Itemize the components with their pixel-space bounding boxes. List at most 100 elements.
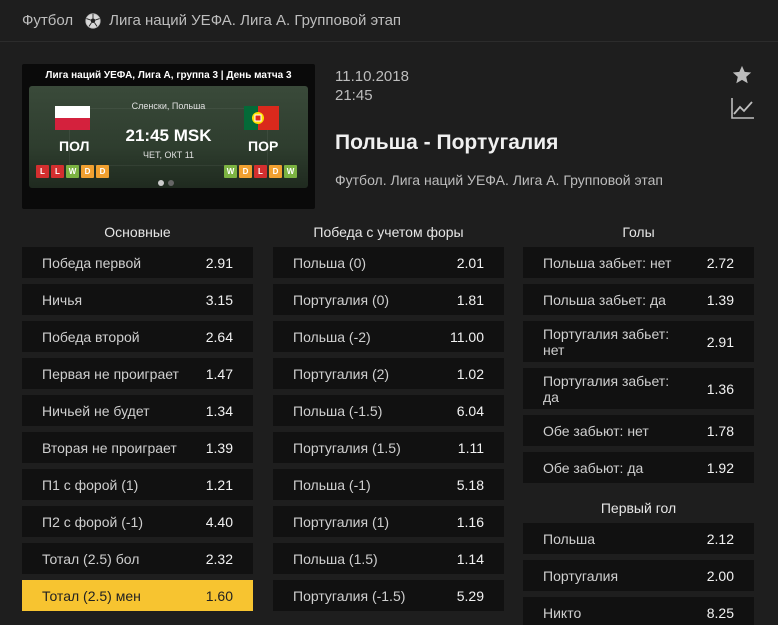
form-badge: L xyxy=(36,165,49,178)
banner-title: Лига наций УЕФА, Лига А, группа 3 | День… xyxy=(45,70,292,81)
line-chart-icon[interactable] xyxy=(731,97,755,119)
odds-value: 2.91 xyxy=(205,254,233,271)
odds-row[interactable]: Португалия (0) 1.81 xyxy=(273,284,504,315)
odds-row[interactable]: Тотал (2.5) мен 1.60 xyxy=(22,580,253,611)
odds-value: 1.39 xyxy=(706,291,734,308)
odds-value: 1.47 xyxy=(205,365,233,382)
odds-row[interactable]: Польша (-1.5) 6.04 xyxy=(273,395,504,426)
odds-label: Португалия (-1.5) xyxy=(293,587,406,604)
match-date: 11.10.2018 xyxy=(335,68,409,85)
odds-label: Польша забьет: нет xyxy=(543,254,672,271)
away-form: WDLDW xyxy=(224,165,297,178)
odds-row[interactable]: Португалия 2.00 xyxy=(523,560,754,591)
odds-label: Тотал (2.5) мен xyxy=(42,587,141,604)
odds-row[interactable]: Польша (1.5) 1.14 xyxy=(273,543,504,574)
odds-label: Первая не проиграет xyxy=(42,365,179,382)
odds-label: Португалия забьет: да xyxy=(543,372,670,405)
market-handicap: Победа с учетом форы Польша (0) 2.01 Порту… xyxy=(273,222,504,617)
odds-row[interactable]: Ничьей не будет 1.34 xyxy=(22,395,253,426)
odds-row[interactable]: П2 с форой (-1) 4.40 xyxy=(22,506,253,537)
odds-value: 6.04 xyxy=(456,402,484,419)
odds-value: 5.18 xyxy=(456,476,484,493)
odds-label: Никто xyxy=(543,604,582,621)
breadcrumb: Футбол Лига наций УЕФА. Лига А. Группово… xyxy=(0,0,778,42)
odds-row[interactable]: Никто 8.25 xyxy=(523,597,754,625)
odds-row[interactable]: Польша (-1) 5.18 xyxy=(273,469,504,500)
form-badge: D xyxy=(239,165,252,178)
odds-label: Португалия (1.5) xyxy=(293,439,401,456)
odds-label: Португалия xyxy=(543,567,619,584)
market-main-title: Основные xyxy=(104,224,171,240)
odds-label: П2 с форой (-1) xyxy=(42,513,143,530)
odds-row[interactable]: Победа первой 2.91 xyxy=(22,247,253,278)
odds-value: 2.12 xyxy=(706,530,734,547)
odds-label: Португалия (1) xyxy=(293,513,390,530)
odds-label: Португалия (0) xyxy=(293,291,390,308)
odds-row[interactable]: Польша забьет: нет 2.72 xyxy=(523,247,754,278)
odds-label: Обе забьют: нет xyxy=(543,422,649,439)
odds-row[interactable]: Польша 2.12 xyxy=(523,523,754,554)
odds-value: 2.32 xyxy=(205,550,233,567)
odds-row[interactable]: Португалия (-1.5) 5.29 xyxy=(273,580,504,611)
pager-dot[interactable] xyxy=(168,180,174,186)
odds-value: 1.92 xyxy=(706,459,734,476)
odds-row[interactable]: Победа второй 2.64 xyxy=(22,321,253,352)
odds-value: 2.01 xyxy=(456,254,484,271)
odds-row[interactable]: Португалия (1.5) 1.11 xyxy=(273,432,504,463)
form-badge: D xyxy=(269,165,282,178)
odds-label: Вторая не проиграет xyxy=(42,439,177,456)
odds-label: Ничьей не будет xyxy=(42,402,150,419)
odds-value: 2.00 xyxy=(706,567,734,584)
odds-value: 1.39 xyxy=(205,439,233,456)
odds-row[interactable]: Польша (0) 2.01 xyxy=(273,247,504,278)
match-banner[interactable]: Лига наций УЕФА, Лига А, группа 3 | День… xyxy=(22,64,315,209)
odds-row[interactable]: Португалия (2) 1.02 xyxy=(273,358,504,389)
odds-value: 11.00 xyxy=(450,328,484,345)
form-badge: W xyxy=(284,165,297,178)
match-subtitle: Футбол. Лига наций УЕФА. Лига А. Группов… xyxy=(335,172,663,188)
odds-label: Тотал (2.5) бол xyxy=(42,550,140,567)
odds-label: Польша (-2) xyxy=(293,328,371,345)
odds-value: 8.25 xyxy=(706,604,734,621)
odds-row[interactable]: Первая не проиграет 1.47 xyxy=(22,358,253,389)
odds-value: 1.36 xyxy=(706,380,734,397)
odds-value: 4.40 xyxy=(205,513,233,530)
odds-row[interactable]: Обе забьют: да 1.92 xyxy=(523,452,754,483)
odds-row[interactable]: Португалия забьет: нет 2.91 xyxy=(523,321,754,362)
breadcrumb-competition[interactable]: Лига наций УЕФА. Лига А. Групповой этап xyxy=(109,12,401,29)
market-goals: Голы Польша забьет: нет 2.72 Польша забьет… xyxy=(523,222,754,625)
odds-row[interactable]: Польша забьет: да 1.39 xyxy=(523,284,754,315)
match-time: 21:45 xyxy=(335,87,373,104)
market-goals-title: Голы xyxy=(622,224,655,240)
odds-row[interactable]: Вторая не проиграет 1.39 xyxy=(22,432,253,463)
odds-value: 1.02 xyxy=(456,365,484,382)
odds-label: Португалия (2) xyxy=(293,365,390,382)
form-badge: W xyxy=(66,165,79,178)
odds-row[interactable]: П1 с форой (1) 1.21 xyxy=(22,469,253,500)
market-first-goal-rows: Польша 2.12 Португалия 2.00 Никто 8.25 xyxy=(523,523,754,625)
odds-value: 2.64 xyxy=(205,328,233,345)
odds-label: Польша (-1.5) xyxy=(293,402,383,419)
star-icon[interactable] xyxy=(731,64,753,86)
odds-label: Польша забьет: да xyxy=(543,291,666,308)
odds-label: Польша (-1) xyxy=(293,476,371,493)
odds-label: Португалия забьет: нет xyxy=(543,325,670,358)
pager-dot-active[interactable] xyxy=(158,180,164,186)
odds-row[interactable]: Португалия (1) 1.16 xyxy=(273,506,504,537)
market-main-rows: Победа первой 2.91 Ничья 3.15 Победа второй 2… xyxy=(22,247,253,611)
market-handicap-rows: Польша (0) 2.01 Португалия (0) 1.81 Польша (… xyxy=(273,247,504,611)
banner-pager[interactable] xyxy=(158,180,174,186)
odds-value: 2.91 xyxy=(706,333,734,350)
odds-value: 1.34 xyxy=(205,402,233,419)
odds-row[interactable]: Тотал (2.5) бол 2.32 xyxy=(22,543,253,574)
odds-row[interactable]: Польша (-2) 11.00 xyxy=(273,321,504,352)
odds-row[interactable]: Португалия забьет: да 1.36 xyxy=(523,368,754,409)
odds-row[interactable]: Ничья 3.15 xyxy=(22,284,253,315)
odds-label: Ничья xyxy=(42,291,83,308)
breadcrumb-sport[interactable]: Футбол xyxy=(22,12,73,29)
odds-row[interactable]: Обе забьют: нет 1.78 xyxy=(523,415,754,446)
odds-value: 3.15 xyxy=(205,291,233,308)
odds-label: Польша (1.5) xyxy=(293,550,378,567)
odds-label: Обе забьют: да xyxy=(543,459,644,476)
odds-value: 1.21 xyxy=(205,476,233,493)
